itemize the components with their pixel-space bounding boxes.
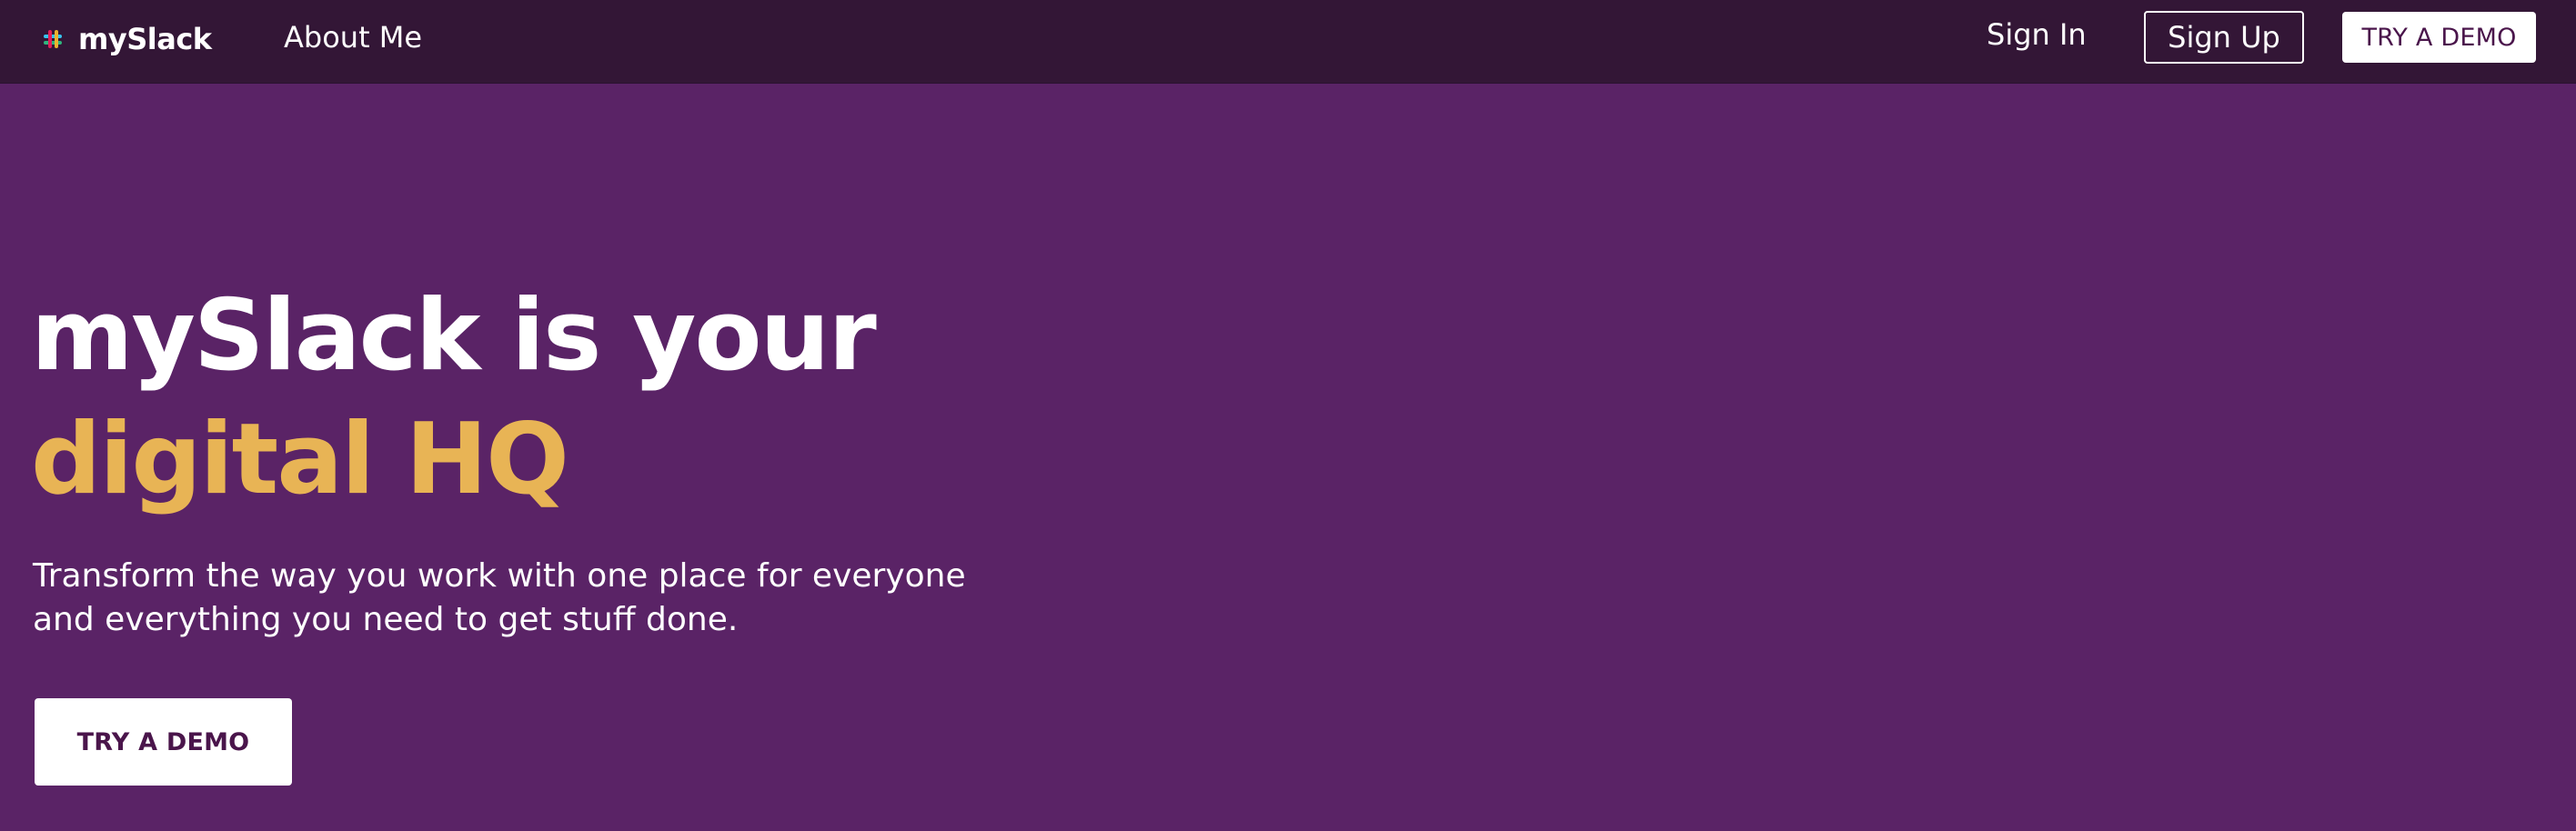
sign-up-button[interactable]: Sign Up bbox=[2144, 11, 2304, 64]
hero-subtext: Transform the way you work with one plac… bbox=[33, 557, 966, 638]
about-me-link[interactable]: About Me bbox=[284, 20, 422, 55]
slack-hash-logo-icon bbox=[44, 30, 62, 48]
headline-line-2: digital HQ bbox=[31, 403, 569, 516]
brand-name: mySlack bbox=[78, 22, 212, 56]
try-demo-hero-button[interactable]: TRY A DEMO bbox=[35, 698, 292, 786]
headline-line-1: mySlack is your bbox=[31, 279, 877, 393]
sign-in-link[interactable]: Sign In bbox=[1987, 17, 2087, 52]
top-navbar: mySlack About Me Sign In Sign Up TRY A D… bbox=[0, 0, 2576, 84]
try-demo-nav-button[interactable]: TRY A DEMO bbox=[2342, 12, 2536, 63]
hero-headline: mySlack is your digital HQ bbox=[31, 275, 877, 522]
brand-logo-link[interactable]: mySlack bbox=[38, 20, 212, 58]
